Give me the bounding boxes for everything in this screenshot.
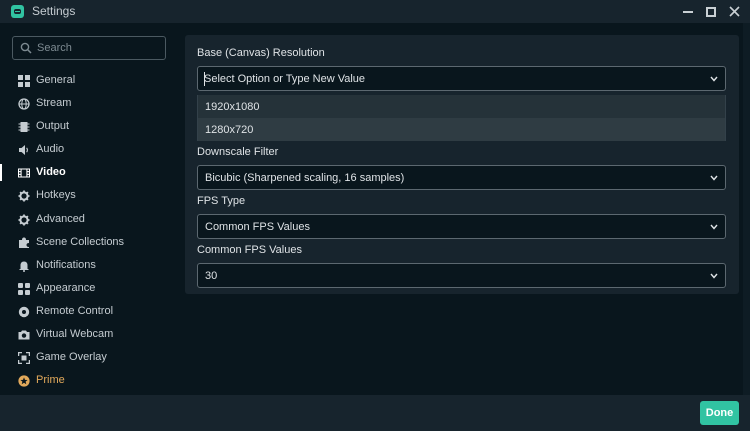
downscale-filter-label: Downscale Filter xyxy=(197,146,279,158)
dropdown-option-1280x720[interactable]: 1280x720 xyxy=(198,118,725,141)
common-fps-label: Common FPS Values xyxy=(197,244,302,256)
bell-icon xyxy=(18,260,30,272)
sidebar-item-notifications[interactable]: Notifications xyxy=(0,254,176,277)
close-icon xyxy=(728,6,740,17)
chevron-down-icon xyxy=(710,224,718,230)
sidebar-item-label: Notifications xyxy=(36,258,96,271)
sidebar-item-label: Remote Control xyxy=(36,304,114,317)
camera-icon xyxy=(18,329,30,341)
sidebar-item-video[interactable]: Video xyxy=(0,161,176,184)
sidebar-nav: General Stream Output Audio Video Hotkey… xyxy=(0,69,176,392)
sidebar-item-label: General xyxy=(36,74,76,86)
sidebar-item-scene-collections[interactable]: Scene Collections xyxy=(0,231,176,254)
search-box xyxy=(12,36,166,60)
expand-icon xyxy=(18,352,30,365)
star-badge-icon xyxy=(18,375,30,387)
downscale-filter-select[interactable]: Bicubic (Sharpened scaling, 16 samples) xyxy=(197,165,726,190)
puzzle-icon xyxy=(18,237,30,249)
close-button[interactable] xyxy=(723,1,745,22)
sidebar-item-remote-control[interactable]: Remote Control xyxy=(0,300,176,323)
sidebar-item-label: Prime xyxy=(36,374,65,387)
fps-type-select[interactable]: Common FPS Values xyxy=(197,214,726,239)
grid-icon xyxy=(18,75,30,87)
sidebar-item-output[interactable]: Output xyxy=(0,115,176,138)
fps-type-label: FPS Type xyxy=(197,195,246,207)
base-resolution-label: Base (Canvas) Resolution xyxy=(197,47,325,59)
gear-icon xyxy=(18,214,30,226)
sidebar-item-label: Appearance xyxy=(36,281,96,294)
gear-icon xyxy=(18,190,30,202)
remote-icon xyxy=(18,306,30,318)
sidebar-item-hotkeys[interactable]: Hotkeys xyxy=(0,184,176,207)
settings-footer xyxy=(0,395,750,431)
chevron-down-icon xyxy=(710,76,718,82)
title-bar: Settings xyxy=(0,0,750,23)
globe-icon xyxy=(18,98,30,110)
common-fps-select[interactable]: 30 xyxy=(197,263,726,288)
maximize-button[interactable] xyxy=(700,1,722,22)
sidebar-item-label: Hotkeys xyxy=(36,189,76,202)
film-icon xyxy=(18,167,30,179)
maximize-icon xyxy=(706,6,716,17)
settings-sidebar: General Stream Output Audio Video xyxy=(0,23,176,395)
base-resolution-input[interactable] xyxy=(204,71,694,87)
common-fps-value: 30 xyxy=(205,270,218,282)
sidebar-item-game-overlay[interactable]: Game Overlay xyxy=(0,346,176,369)
chip-icon xyxy=(18,121,30,133)
sidebar-item-appearance[interactable]: Appearance xyxy=(0,277,176,300)
speaker-icon xyxy=(18,144,30,156)
sidebar-item-label: Virtual Webcam xyxy=(36,328,114,341)
sidebar-item-label: Audio xyxy=(36,143,65,156)
fps-type-value: Common FPS Values xyxy=(205,221,310,233)
base-resolution-dropdown: 1920x1080 1280x720 xyxy=(197,95,726,141)
sidebar-item-label: Scene Collections xyxy=(36,235,125,248)
sidebar-item-stream[interactable]: Stream xyxy=(0,92,176,115)
sidebar-item-general[interactable]: General xyxy=(0,69,176,92)
sidebar-item-label: Advanced xyxy=(36,212,85,225)
app-logo-icon xyxy=(11,5,24,18)
dropdown-option-1920x1080[interactable]: 1920x1080 xyxy=(198,95,725,118)
minimize-icon xyxy=(683,10,693,13)
search-input[interactable] xyxy=(37,39,161,57)
sidebar-item-prime[interactable]: Prime xyxy=(0,369,176,392)
done-button[interactable]: Done xyxy=(700,401,739,425)
sidebar-item-label: Output xyxy=(36,120,70,133)
search-icon xyxy=(20,42,32,54)
text-cursor xyxy=(204,72,205,86)
window-title: Settings xyxy=(32,4,76,18)
chevron-down-icon xyxy=(710,273,718,279)
base-resolution-combobox[interactable] xyxy=(197,66,726,91)
sidebar-item-label: Stream xyxy=(36,97,72,110)
chevron-down-icon xyxy=(710,175,718,181)
minimize-button[interactable] xyxy=(677,1,699,22)
content-scrollbar[interactable] xyxy=(743,23,750,395)
sidebar-item-audio[interactable]: Audio xyxy=(0,138,176,161)
sidebar-item-virtual-webcam[interactable]: Virtual Webcam xyxy=(0,323,176,346)
sidebar-item-advanced[interactable]: Advanced xyxy=(0,208,176,231)
sidebar-item-label: Game Overlay xyxy=(36,351,107,364)
downscale-filter-value: Bicubic (Sharpened scaling, 16 samples) xyxy=(205,172,405,184)
sidebar-item-label: Video xyxy=(36,166,66,179)
palette-icon xyxy=(18,282,30,295)
